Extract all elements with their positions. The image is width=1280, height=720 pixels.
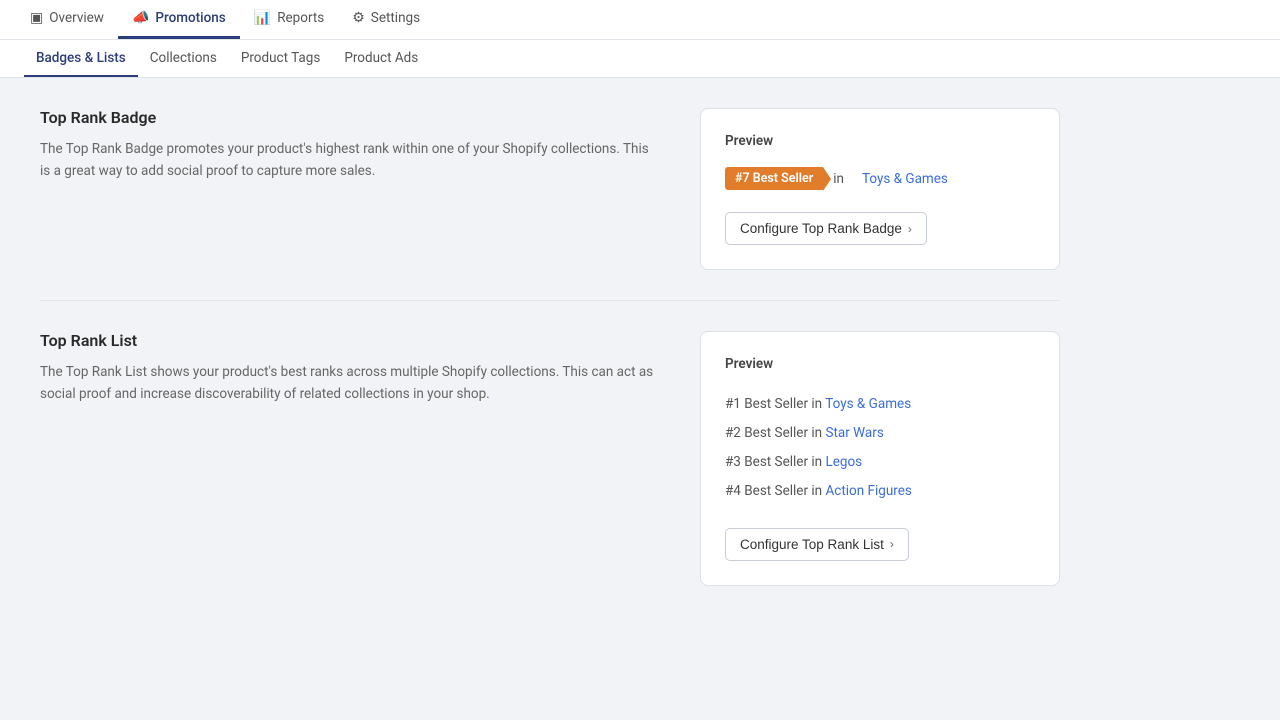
subnav-badges-lists[interactable]: Badges & Lists <box>24 40 138 77</box>
list-item: #2 Best Seller in Star Wars <box>725 419 1035 448</box>
list-section: Top Rank List The Top Rank List shows yo… <box>40 331 1060 586</box>
badge-desc-text: The Top Rank Badge promotes your product… <box>40 139 660 182</box>
configure-list-button[interactable]: Configure Top Rank List › <box>725 528 909 561</box>
nav-item-promotions[interactable]: 📣 Promotions <box>118 0 240 39</box>
configure-badge-label: Configure Top Rank Badge <box>740 221 902 236</box>
settings-icon: ⚙ <box>352 10 365 26</box>
reports-icon: 📊 <box>254 10 271 26</box>
subnav-collections[interactable]: Collections <box>138 40 229 77</box>
chevron-right-icon: › <box>908 222 912 236</box>
top-nav: ▣ Overview 📣 Promotions 📊 Reports ⚙ Sett… <box>0 0 1280 40</box>
configure-badge-button[interactable]: Configure Top Rank Badge › <box>725 212 927 245</box>
nav-item-overview-label: Overview <box>49 10 104 26</box>
nav-item-settings[interactable]: ⚙ Settings <box>338 0 434 39</box>
badge-description: Top Rank Badge The Top Rank Badge promot… <box>40 108 660 182</box>
main-content: Top Rank Badge The Top Rank Badge promot… <box>0 78 1100 646</box>
rank-badge: #7 Best Seller <box>725 167 823 190</box>
nav-item-overview[interactable]: ▣ Overview <box>16 0 118 39</box>
list-title: Top Rank List <box>40 331 660 350</box>
list-desc-text: The Top Rank List shows your product's b… <box>40 362 660 405</box>
list-item: #4 Best Seller in Action Figures <box>725 477 1035 506</box>
subnav-product-tags[interactable]: Product Tags <box>229 40 332 77</box>
chevron-right-icon-2: › <box>890 537 894 551</box>
badge-collection-link[interactable]: Toys & Games <box>862 171 948 187</box>
nav-item-reports[interactable]: 📊 Reports <box>240 0 338 39</box>
sub-nav: Badges & Lists Collections Product Tags … <box>0 40 1280 78</box>
badge-section: Top Rank Badge The Top Rank Badge promot… <box>40 108 1060 270</box>
badge-in-text: in <box>833 171 844 187</box>
badge-preview-content: #7 Best Seller in Toys & Games <box>725 167 1035 190</box>
section-divider <box>40 300 1060 301</box>
configure-list-label: Configure Top Rank List <box>740 537 884 552</box>
badge-preview-card: Preview #7 Best Seller in Toys & Games C… <box>700 108 1060 270</box>
nav-item-reports-label: Reports <box>277 10 324 26</box>
nav-item-settings-label: Settings <box>371 10 420 26</box>
list-preview-label: Preview <box>725 356 1035 372</box>
badge-title: Top Rank Badge <box>40 108 660 127</box>
list-item: #3 Best Seller in Legos <box>725 448 1035 477</box>
subnav-product-ads[interactable]: Product Ads <box>332 40 430 77</box>
list-preview-card: Preview #1 Best Seller in Toys & Games#2… <box>700 331 1060 586</box>
list-description: Top Rank List The Top Rank List shows yo… <box>40 331 660 405</box>
promotions-icon: 📣 <box>132 10 149 26</box>
badge-preview-label: Preview <box>725 133 1035 149</box>
overview-icon: ▣ <box>30 10 43 26</box>
list-item: #1 Best Seller in Toys & Games <box>725 390 1035 419</box>
rank-list: #1 Best Seller in Toys & Games#2 Best Se… <box>725 390 1035 506</box>
nav-item-promotions-label: Promotions <box>155 10 225 26</box>
